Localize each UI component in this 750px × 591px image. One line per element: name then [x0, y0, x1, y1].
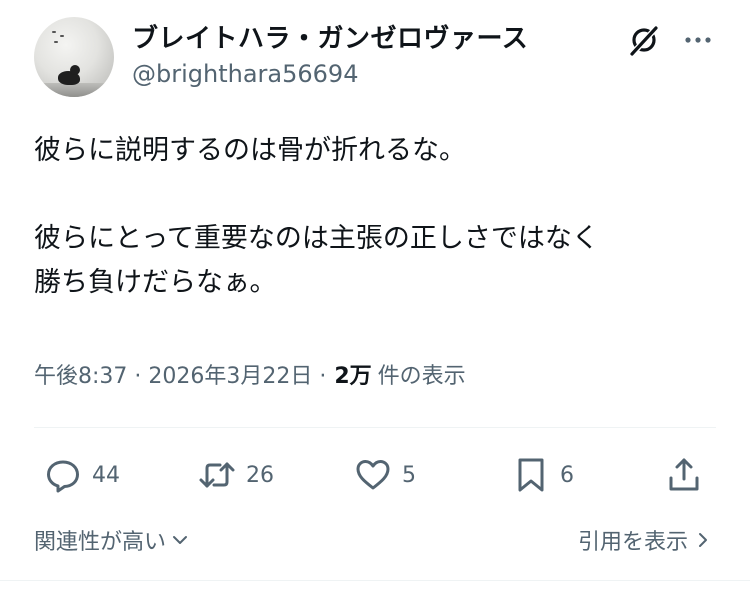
- retweet-button[interactable]: 26: [198, 455, 274, 495]
- view-quotes-link[interactable]: 引用を表示: [578, 524, 712, 556]
- bookmark-icon: [518, 458, 544, 492]
- heart-icon: [356, 460, 390, 490]
- timestamp[interactable]: 午後8:37 · 2026年3月22日 ·: [34, 358, 326, 390]
- like-button[interactable]: 5: [354, 455, 416, 495]
- tweet-text: 彼らに説明するのは骨が折れるな。 彼らにとって重要なのは主張の正しさではなく 勝…: [34, 135, 599, 298]
- avatar-speck: [52, 31, 56, 33]
- reply-count: 44: [92, 462, 120, 488]
- views-count: 2万: [334, 364, 372, 389]
- retweet-count: 26: [246, 462, 274, 488]
- bookmark-button[interactable]: 6: [512, 455, 574, 495]
- share-button[interactable]: [665, 455, 703, 495]
- more-icon[interactable]: [680, 22, 716, 58]
- like-count: 5: [402, 462, 416, 488]
- reply-button[interactable]: 44: [44, 455, 120, 495]
- retweet-icon: [199, 462, 235, 488]
- divider: [0, 580, 750, 581]
- avatar-ground: [34, 83, 114, 97]
- tweet-meta: 午後8:37 · 2026年3月22日 · 2万 件の表示: [34, 358, 466, 390]
- quotes-label: 引用を表示: [577, 530, 688, 555]
- avatar-speck: [54, 41, 58, 43]
- avatar-bird-head: [70, 65, 80, 75]
- grok-icon[interactable]: [626, 22, 662, 58]
- sort-label: 関連性が高い: [34, 530, 167, 555]
- share-icon: [669, 458, 699, 491]
- user-handle[interactable]: @brighthara56694: [132, 60, 358, 88]
- reply-icon: [47, 460, 79, 493]
- bookmark-count: 6: [560, 462, 574, 488]
- sort-replies-dropdown[interactable]: 関連性が高い: [34, 524, 190, 556]
- avatar[interactable]: [34, 17, 114, 97]
- avatar-speck: [60, 35, 64, 37]
- views-label: 件の表示: [377, 364, 466, 389]
- chevron-down-icon: [173, 536, 188, 544]
- display-name[interactable]: ブレイトハラ・ガンゼロヴァース: [132, 18, 528, 55]
- divider: [34, 427, 716, 428]
- chevron-right-icon: [699, 533, 707, 547]
